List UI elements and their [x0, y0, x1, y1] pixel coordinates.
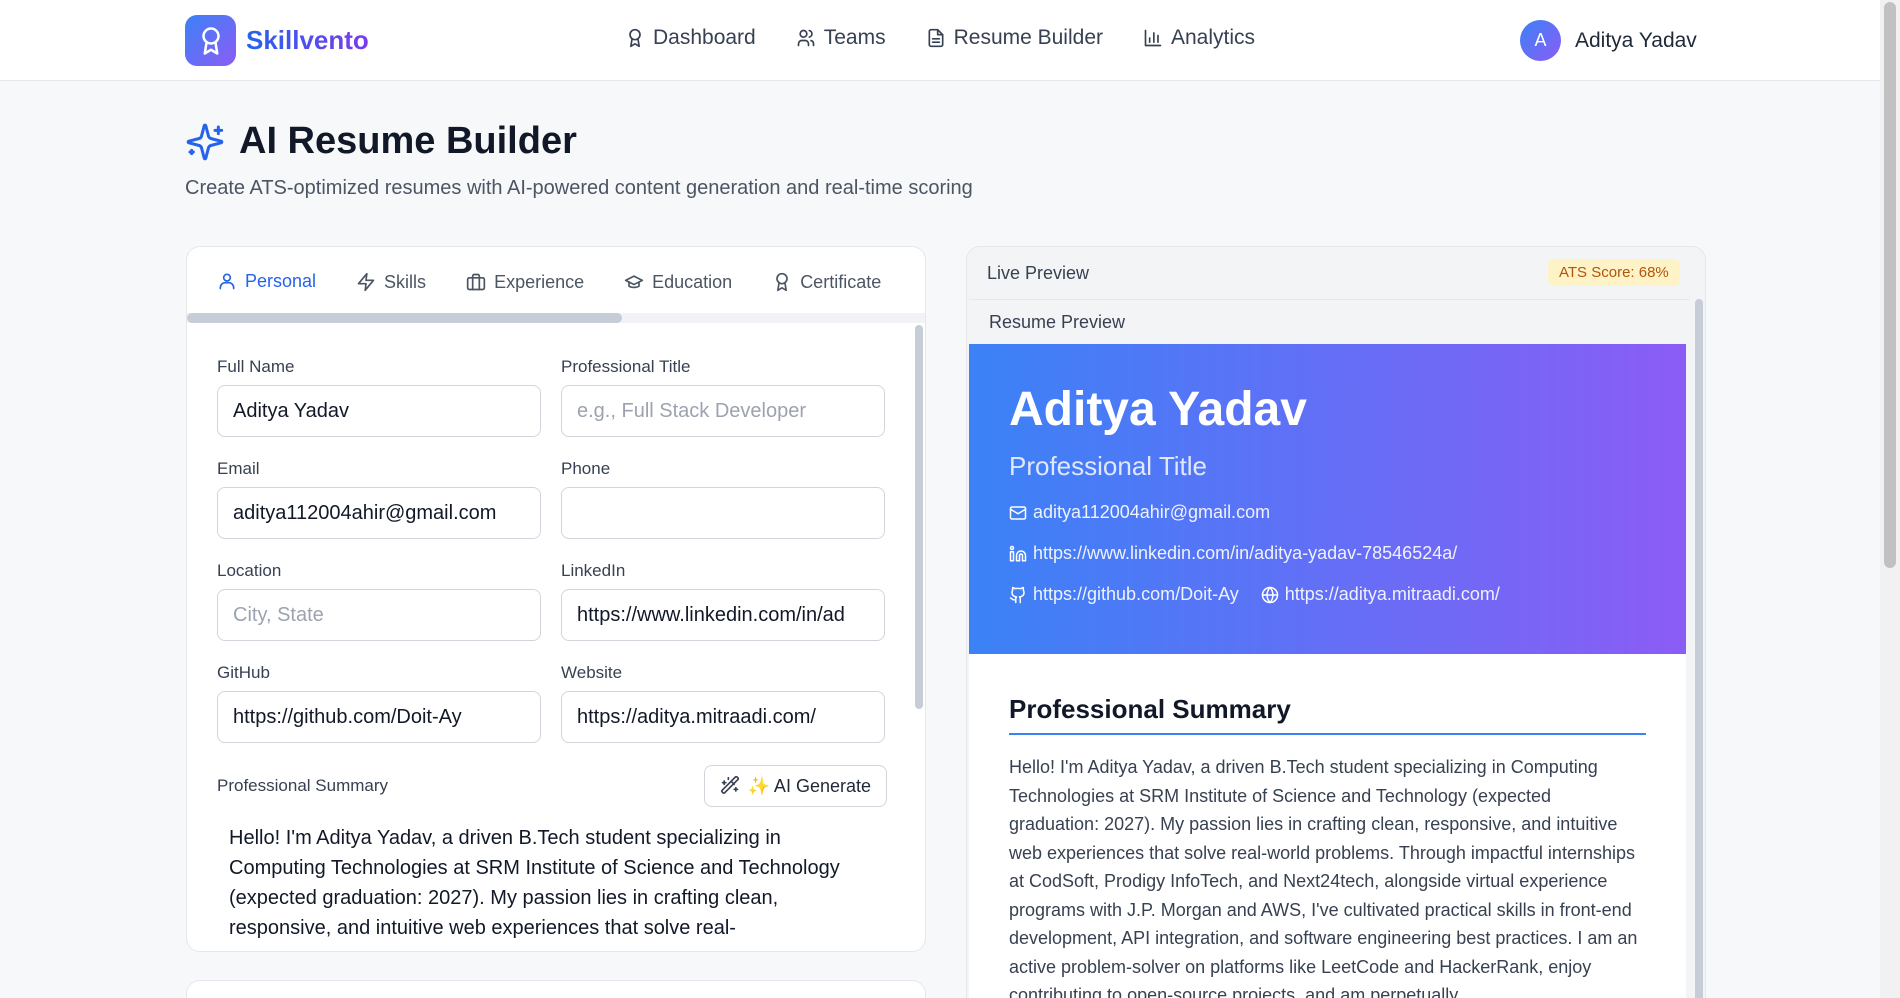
- github-icon: [1009, 586, 1025, 603]
- professional-title-input[interactable]: e.g., Full Stack Developer: [561, 385, 885, 437]
- brand[interactable]: Skillvento: [185, 15, 369, 66]
- resume-github: https://github.com/Doit-Ay: [1033, 584, 1239, 604]
- resume-email: aditya112004ahir@gmail.com: [1033, 502, 1271, 522]
- tab-certificate-label: Certificate: [800, 271, 882, 292]
- summary-textarea[interactable]: Hello! I'm Aditya Yadav, a driven B.Tech…: [217, 823, 887, 943]
- resume-contacts: aditya112004ahir@gmail.com https://www.l…: [1009, 502, 1646, 605]
- email-input[interactable]: aditya112004ahir@gmail.com: [217, 487, 541, 539]
- nav-dashboard[interactable]: Dashboard: [625, 26, 756, 50]
- tab-personal[interactable]: Personal: [203, 247, 331, 317]
- magic-wand-icon: [720, 776, 739, 795]
- tab-skills[interactable]: Skills: [356, 247, 426, 317]
- mail-icon: [1009, 505, 1027, 520]
- main-nav: Dashboard Teams Resume Builder Analytics: [625, 26, 1255, 50]
- nav-analytics-label: Analytics: [1171, 26, 1256, 49]
- page-subtitle: Create ATS-optimized resumes with AI-pow…: [185, 177, 973, 199]
- resume-summary-text: Hello! I'm Aditya Yadav, a driven B.Tech…: [1009, 757, 1638, 998]
- graduation-cap-icon: [624, 275, 644, 289]
- nav-resume-builder[interactable]: Resume Builder: [926, 26, 1103, 50]
- phone-label: Phone: [561, 459, 611, 478]
- nav-dashboard-label: Dashboard: [653, 26, 756, 49]
- location-input[interactable]: City, State: [217, 589, 541, 641]
- resume-website: https://aditya.mitraadi.com/: [1284, 584, 1500, 604]
- full-name-input[interactable]: Aditya Yadav: [217, 385, 541, 437]
- page-scrollbar[interactable]: [1880, 0, 1900, 998]
- personal-form: Full Name Aditya Yadav Professional Titl…: [217, 357, 887, 943]
- resume-preview-label: Resume Preview: [969, 299, 1689, 341]
- location-label: Location: [217, 561, 282, 580]
- tabs-scrollbar[interactable]: [187, 313, 925, 323]
- brand-name: Skillvento: [246, 25, 369, 55]
- github-label: GitHub: [217, 663, 270, 682]
- nav-teams-label: Teams: [823, 26, 886, 49]
- linkedin-input[interactable]: https://www.linkedin.com/in/ad: [561, 589, 885, 641]
- page-title: AI Resume Builder: [239, 120, 577, 162]
- live-preview-card: Live Preview ATS Score: 68% Resume Previ…: [966, 246, 1706, 998]
- sparkles-icon: [186, 123, 224, 160]
- github-input[interactable]: https://github.com/Doit-Ay: [217, 691, 541, 743]
- top-navbar: Skillvento Dashboard Teams Resume Builde…: [0, 0, 1880, 81]
- briefcase-icon: [466, 273, 486, 291]
- form-tabs: Personal Skills Experience Education Cer…: [187, 247, 925, 317]
- resume-linkedin: https://www.linkedin.com/in/aditya-yadav…: [1033, 543, 1458, 563]
- resume-summary-heading: Professional Summary: [1009, 694, 1646, 735]
- live-preview-label: Live Preview: [987, 263, 1090, 283]
- resume-title: Professional Title: [1009, 451, 1207, 481]
- award-icon: [629, 28, 641, 48]
- ai-generate-button[interactable]: ✨ AI Generate: [703, 765, 887, 807]
- summary-label: Professional Summary: [217, 776, 389, 795]
- professional-title-label: Professional Title: [561, 357, 691, 376]
- ai-generate-label: ✨ AI Generate: [747, 775, 871, 796]
- zap-icon: [357, 272, 375, 292]
- resume-header: Aditya Yadav Professional Title aditya11…: [969, 344, 1686, 654]
- nav-analytics[interactable]: Analytics: [1143, 26, 1255, 50]
- resume-document: Aditya Yadav Professional Title aditya11…: [969, 344, 1686, 998]
- ats-score-badge: ATS Score: 68%: [1548, 259, 1680, 286]
- resume-body: Professional Summary Hello! I'm Aditya Y…: [969, 654, 1686, 998]
- user-menu[interactable]: A Aditya Yadav: [1520, 20, 1697, 61]
- linkedin-icon: [1009, 545, 1027, 561]
- bar-chart-icon: [1144, 29, 1162, 47]
- tab-certificate[interactable]: Certificate: [772, 247, 881, 317]
- tab-personal-label: Personal: [245, 270, 317, 291]
- tab-experience[interactable]: Experience: [466, 247, 584, 317]
- page-scrollbar-thumb[interactable]: [1884, 2, 1896, 568]
- email-label: Email: [217, 459, 260, 478]
- resume-form-card: Personal Skills Experience Education Cer…: [186, 246, 926, 952]
- tab-education[interactable]: Education: [624, 247, 732, 317]
- page-header: AI Resume Builder Create ATS-optimized r…: [185, 120, 973, 200]
- form-scrollbar-thumb[interactable]: [915, 325, 923, 709]
- award-icon: [776, 272, 789, 292]
- full-name-label: Full Name: [217, 357, 295, 376]
- linkedin-label: LinkedIn: [561, 561, 626, 580]
- website-input[interactable]: https://aditya.mitraadi.com/: [561, 691, 885, 743]
- nav-teams[interactable]: Teams: [796, 26, 886, 50]
- user-name: Aditya Yadav: [1575, 28, 1697, 52]
- globe-icon: [1261, 586, 1279, 603]
- nav-resume-builder-label: Resume Builder: [953, 26, 1103, 49]
- preview-scrollbar-thumb[interactable]: [1695, 299, 1703, 998]
- form-scrollbar[interactable]: [914, 325, 924, 951]
- website-label: Website: [561, 663, 623, 682]
- preview-scrollbar[interactable]: [1694, 299, 1704, 998]
- award-icon: [185, 15, 236, 66]
- secondary-card: [186, 980, 926, 998]
- tab-experience-label: Experience: [494, 271, 585, 292]
- users-icon: [797, 29, 815, 47]
- user-icon: [219, 273, 235, 290]
- avatar: A: [1520, 20, 1561, 61]
- tabs-scrollbar-thumb[interactable]: [187, 313, 622, 323]
- phone-input[interactable]: [561, 487, 885, 539]
- file-text-icon: [928, 28, 944, 48]
- resume-name: Aditya Yadav: [1009, 383, 1307, 436]
- tab-education-label: Education: [652, 271, 733, 292]
- tab-skills-label: Skills: [384, 271, 427, 292]
